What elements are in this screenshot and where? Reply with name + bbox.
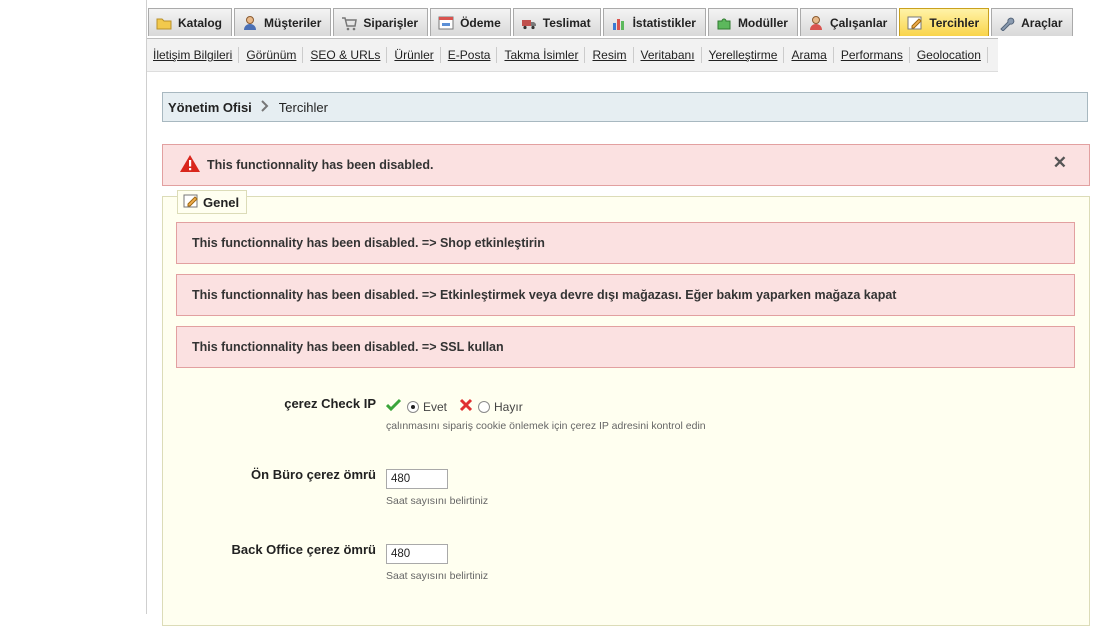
preferences-subnav: İletişim Bilgileri Görünüm SEO & URLs Ür… — [147, 38, 998, 72]
subnav-email[interactable]: E-Posta — [441, 47, 498, 63]
radio-yes-label[interactable]: Evet — [423, 400, 447, 414]
radio-no-label[interactable]: Hayır — [494, 400, 523, 414]
cookie-check-ip-radios: Evet Hayır — [385, 398, 523, 415]
edit-icon — [183, 193, 199, 212]
front-cookie-label: Ön Büro çerez ömrü — [251, 467, 376, 482]
subnav-database[interactable]: Veritabanı — [634, 47, 702, 63]
breadcrumb-chevron-icon — [261, 99, 269, 115]
preferences-icon — [907, 15, 923, 31]
subnav-images[interactable]: Resim — [585, 47, 634, 63]
front-cookie-input[interactable] — [386, 469, 448, 489]
tab-label: Modüller — [737, 15, 788, 30]
check-icon — [385, 398, 402, 415]
cookie-check-ip-label: çerez Check IP — [284, 396, 376, 411]
radio-yes[interactable] — [407, 400, 419, 413]
fieldset-legend: Genel — [177, 190, 248, 214]
cart-icon — [341, 15, 358, 31]
breadcrumb: Yönetim Ofisi Tercihler — [162, 92, 1088, 122]
subnav-contact-info[interactable]: İletişim Bilgileri — [147, 47, 240, 63]
legend-label: Genel — [203, 194, 240, 210]
tab-label: İstatistikler — [632, 15, 696, 30]
subnav-search[interactable]: Arama — [784, 47, 834, 63]
subnav-appearance[interactable]: Görünüm — [239, 47, 304, 63]
tab-label: Katalog — [178, 15, 223, 30]
subnav-localization[interactable]: Yerelleştirme — [702, 47, 785, 63]
breadcrumb-current: Tercihler — [278, 99, 328, 115]
payment-icon — [438, 15, 454, 31]
back-cookie-input[interactable] — [386, 544, 448, 564]
tab-teslimat[interactable]: Teslimat — [512, 8, 601, 36]
tab-label: Çalışanlar — [829, 15, 888, 30]
alert-message: This functionnality has been disabled. =… — [192, 288, 897, 302]
page-left-border — [146, 0, 147, 614]
tab-odeme[interactable]: Ödeme — [430, 8, 511, 36]
truck-icon — [521, 15, 537, 31]
alert-message: This functionnality has been disabled. — [207, 158, 434, 172]
tab-label: Tercihler — [929, 15, 980, 30]
maintenance-alert: This functionnality has been disabled. =… — [176, 274, 1075, 316]
tab-label: Teslimat — [542, 15, 591, 30]
tab-istatistikler[interactable]: İstatistikler — [602, 8, 706, 36]
wrench-icon — [999, 15, 1015, 32]
tab-label: Ödeme — [460, 15, 501, 30]
tab-label: Araçlar — [1021, 15, 1063, 30]
subnav-aliases[interactable]: Takma İsimler — [497, 47, 586, 63]
shop-enable-alert: This functionnality has been disabled. =… — [176, 222, 1075, 264]
tab-siparisler[interactable]: Siparişler — [333, 8, 429, 36]
alert-message: This functionnality has been disabled. =… — [192, 236, 545, 250]
main-tabs: Katalog Müşteriler Siparişler Ödeme Tesl… — [148, 8, 1075, 38]
radio-no[interactable] — [478, 400, 491, 413]
tab-araclar[interactable]: Araçlar — [991, 8, 1073, 36]
customer-icon — [242, 15, 258, 31]
employee-icon — [808, 15, 824, 31]
tab-calisanlar[interactable]: Çalışanlar — [799, 8, 898, 36]
tab-label: Müşteriler — [264, 15, 322, 30]
subnav-seo-urls[interactable]: SEO & URLs — [303, 47, 388, 63]
close-icon[interactable]: ✕ — [1053, 153, 1067, 173]
cross-icon — [459, 398, 473, 415]
subnav-performance[interactable]: Performans — [834, 47, 910, 63]
cookie-check-ip-hint: çalınmasını sipariş cookie önlemek için … — [386, 420, 706, 432]
tab-katalog[interactable]: Katalog — [148, 8, 233, 36]
warning-icon — [179, 154, 201, 176]
back-cookie-hint: Saat sayısını belirtiniz — [386, 570, 489, 582]
puzzle-icon — [716, 15, 732, 31]
alert-message: This functionnality has been disabled. =… — [192, 340, 504, 354]
tab-label: Siparişler — [363, 15, 419, 30]
folder-icon — [156, 15, 172, 31]
tab-musteriler[interactable]: Müşteriler — [234, 8, 332, 36]
breadcrumb-home[interactable]: Yönetim Ofisi — [168, 100, 252, 115]
subnav-products[interactable]: Ürünler — [387, 47, 441, 63]
tab-tercihler[interactable]: Tercihler — [899, 8, 990, 36]
ssl-alert: This functionnality has been disabled. =… — [176, 326, 1075, 368]
front-cookie-hint: Saat sayısını belirtiniz — [386, 495, 489, 507]
disabled-alert: This functionnality has been disabled. ✕ — [162, 144, 1090, 186]
back-cookie-label: Back Office çerez ömrü — [231, 542, 376, 557]
stats-icon — [611, 15, 627, 31]
subnav-geolocation[interactable]: Geolocation — [910, 47, 988, 63]
tab-moduller[interactable]: Modüller — [707, 8, 798, 36]
